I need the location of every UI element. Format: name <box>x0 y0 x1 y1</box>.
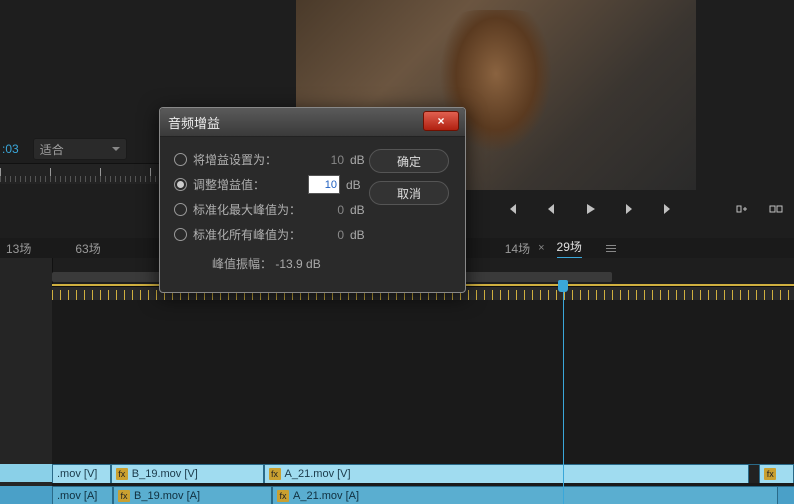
timeline-panel: .mov [V] fx B_19.mov [V] fx A_21.mov [V]… <box>0 258 794 504</box>
option-normalize-max[interactable]: 标准化最大峰值为： 0 dB <box>174 197 369 222</box>
clip-v4[interactable]: fx <box>759 465 794 483</box>
option-label: 调整增益值： <box>193 176 308 193</box>
tab-close-14[interactable]: × <box>538 242 544 254</box>
dialog-options: 将增益设置为： 10 dB 调整增益值： dB 标准化最大峰值为： 0 dB 标… <box>174 147 369 272</box>
track-headers[interactable] <box>0 258 53 504</box>
clip-v2[interactable]: fx B_19.mov [V] <box>111 465 264 483</box>
option-label: 标准化所有峰值为： <box>193 226 308 243</box>
option-value: 0 <box>308 228 344 242</box>
timeline-body[interactable]: .mov [V] fx B_19.mov [V] fx A_21.mov [V]… <box>52 300 794 504</box>
tab-13[interactable]: 13场 <box>6 240 31 257</box>
step-back-button[interactable] <box>543 200 561 218</box>
dialog-title: 音频增益 <box>168 113 220 132</box>
option-adjust-gain[interactable]: 调整增益值： dB <box>174 172 369 197</box>
dialog-buttons: 确定 取消 <box>369 147 451 272</box>
clip-label: B_19.mov [A] <box>134 490 200 502</box>
clip-v3[interactable]: fx A_21.mov [V] <box>264 465 750 483</box>
mark-out-button[interactable] <box>657 200 675 218</box>
timecode[interactable]: :03 <box>0 142 19 156</box>
radio-icon[interactable] <box>174 153 187 166</box>
fx-icon: fx <box>277 490 289 502</box>
option-label: 将增益设置为： <box>193 151 308 168</box>
radio-icon[interactable] <box>174 228 187 241</box>
clip-a1[interactable]: .mov [A] <box>52 487 113 504</box>
cancel-button[interactable]: 取消 <box>369 181 449 205</box>
radio-icon[interactable] <box>174 203 187 216</box>
playhead[interactable] <box>563 280 564 504</box>
panel-menu-icon[interactable] <box>606 245 616 252</box>
clip-v1[interactable]: .mov [V] <box>52 465 111 483</box>
clip-label: .mov [A] <box>57 490 97 502</box>
play-button[interactable] <box>581 200 599 218</box>
radio-icon[interactable] <box>174 178 187 191</box>
fx-icon: fx <box>764 468 776 480</box>
zoom-select-label: 适合 <box>40 141 64 158</box>
fx-icon: fx <box>116 468 128 480</box>
clip-label: B_19.mov [V] <box>132 468 198 480</box>
option-label: 标准化最大峰值为： <box>193 201 308 218</box>
dialog-titlebar[interactable]: 音频增益 × <box>160 108 465 137</box>
clip-label: A_21.mov [A] <box>293 490 359 502</box>
tab-63[interactable]: 63场 <box>75 240 100 257</box>
overwrite-button[interactable] <box>767 200 785 218</box>
monitor-ruler[interactable] <box>0 163 160 184</box>
cancel-label: 取消 <box>397 185 421 202</box>
unit-label: dB <box>350 228 365 242</box>
unit-label: dB <box>346 178 361 192</box>
mark-in-button[interactable] <box>505 200 523 218</box>
option-value: 0 <box>308 203 344 217</box>
option-value: 10 <box>308 153 344 167</box>
close-button[interactable]: × <box>423 111 459 131</box>
clip-a3[interactable]: fx A_21.mov [A] <box>272 487 778 504</box>
dialog-body: 将增益设置为： 10 dB 调整增益值： dB 标准化最大峰值为： 0 dB 标… <box>160 137 465 282</box>
ok-button[interactable]: 确定 <box>369 149 449 173</box>
tab-14[interactable]: 14场 <box>505 240 530 257</box>
gain-input[interactable] <box>308 175 340 194</box>
audio-track[interactable]: .mov [A] fx B_19.mov [A] fx A_21.mov [A] <box>52 486 794 504</box>
ok-label: 确定 <box>397 153 421 170</box>
option-set-gain[interactable]: 将增益设置为： 10 dB <box>174 147 369 172</box>
zoom-select[interactable]: 适合 <box>33 138 127 160</box>
unit-label: dB <box>350 203 365 217</box>
timecode-bar: :03 适合 <box>0 138 160 160</box>
video-track[interactable]: .mov [V] fx B_19.mov [V] fx A_21.mov [V]… <box>52 464 794 483</box>
step-fwd-button[interactable] <box>619 200 637 218</box>
audio-gain-dialog: 音频增益 × 将增益设置为： 10 dB 调整增益值： dB 标准化最大峰值为：… <box>159 107 466 293</box>
option-normalize-all[interactable]: 标准化所有峰值为： 0 dB <box>174 222 369 247</box>
peak-label: 峰值振幅： <box>212 257 272 271</box>
peak-value: -13.9 dB <box>275 257 320 271</box>
fx-icon: fx <box>118 490 130 502</box>
clip-label: .mov [V] <box>57 468 97 480</box>
clip-a2[interactable]: fx B_19.mov [A] <box>113 487 272 504</box>
tab-29[interactable]: 29场 <box>557 238 582 259</box>
fx-icon: fx <box>269 468 281 480</box>
unit-label: dB <box>350 153 365 167</box>
transport-controls <box>505 196 794 222</box>
insert-button[interactable] <box>733 200 751 218</box>
close-icon: × <box>437 114 444 128</box>
peak-amplitude: 峰值振幅： -13.9 dB <box>174 255 369 272</box>
clip-label: A_21.mov [V] <box>285 468 351 480</box>
chevron-down-icon <box>112 145 120 153</box>
